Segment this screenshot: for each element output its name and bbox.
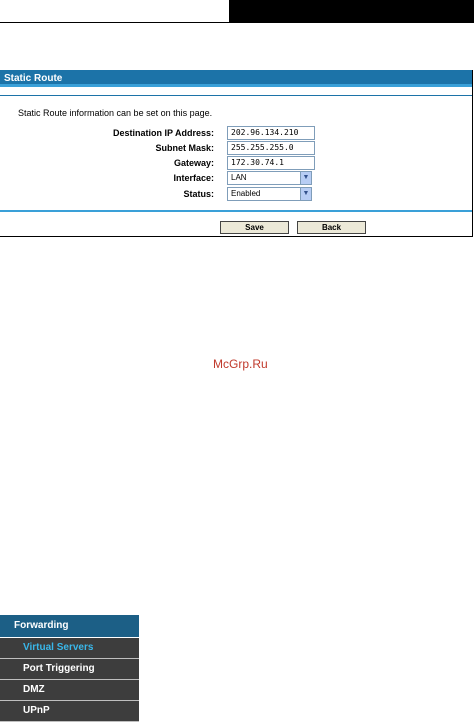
interface-row: Interface: LAN ▼ xyxy=(0,171,472,185)
status-select[interactable]: Enabled ▼ xyxy=(227,187,312,201)
panel-title: Static Route xyxy=(0,70,472,87)
destination-ip-input[interactable]: 202.96.134.210 xyxy=(227,126,315,140)
menu-item-port-triggering[interactable]: Port Triggering xyxy=(0,659,139,680)
menu-item-virtual-servers[interactable]: Virtual Servers xyxy=(0,638,139,659)
panel-footer-divider xyxy=(0,210,472,212)
menu-item-upnp[interactable]: UPnP xyxy=(0,701,139,722)
top-divider xyxy=(0,22,474,23)
gateway-label: Gateway: xyxy=(173,158,214,168)
chevron-down-icon[interactable]: ▼ xyxy=(300,172,311,184)
save-button[interactable]: Save xyxy=(220,221,289,234)
subnet-mask-input[interactable]: 255.255.255.0 xyxy=(227,141,315,155)
panel-info-text: Static Route information can be set on t… xyxy=(18,108,213,118)
subnet-label: Subnet Mask: xyxy=(155,143,214,153)
top-banner-bar xyxy=(229,0,474,22)
subnet-row: Subnet Mask: 255.255.255.0 xyxy=(0,141,472,155)
status-row: Status: Enabled ▼ xyxy=(0,187,472,201)
interface-select-value: LAN xyxy=(231,173,247,182)
panel-divider xyxy=(0,95,472,96)
interface-select[interactable]: LAN ▼ xyxy=(227,171,312,185)
destination-label: Destination IP Address: xyxy=(112,128,214,138)
static-route-panel: Static Route Static Route information ca… xyxy=(0,70,473,237)
menu-item-dmz[interactable]: DMZ xyxy=(0,680,139,701)
gateway-input[interactable]: 172.30.74.1 xyxy=(227,156,315,170)
status-label: Status: xyxy=(183,189,214,199)
menu-item-forwarding[interactable]: Forwarding xyxy=(0,615,139,638)
destination-row: Destination IP Address: 202.96.134.210 xyxy=(0,126,472,140)
forwarding-menu: Forwarding Virtual Servers Port Triggeri… xyxy=(0,615,139,722)
chevron-down-icon[interactable]: ▼ xyxy=(300,188,311,200)
watermark-text: McGrp.Ru xyxy=(213,357,268,371)
status-select-value: Enabled xyxy=(231,189,261,198)
back-button[interactable]: Back xyxy=(297,221,366,234)
interface-label: Interface: xyxy=(173,173,214,183)
gateway-row: Gateway: 172.30.74.1 xyxy=(0,156,472,170)
